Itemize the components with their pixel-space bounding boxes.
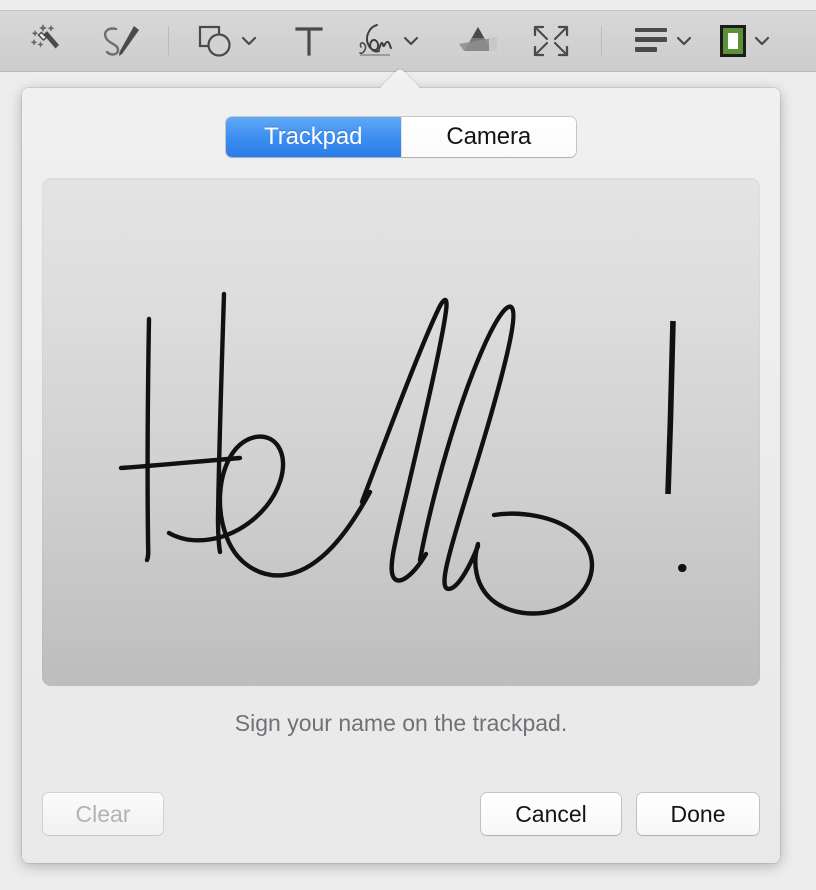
chevron-down-icon (754, 35, 770, 47)
clear-button[interactable]: Clear (43, 793, 163, 835)
text-style-icon (632, 25, 672, 57)
sketch-icon (94, 21, 142, 61)
signature-button[interactable] (355, 14, 419, 68)
toolbar-separator-2 (601, 26, 602, 56)
text-button[interactable] (293, 14, 325, 68)
chevron-down-icon (403, 35, 419, 47)
capture-mode-segmented-control[interactable]: Trackpad Camera (226, 117, 576, 157)
border-color-button[interactable] (716, 14, 770, 68)
tab-trackpad[interactable]: Trackpad (226, 117, 401, 157)
signature-capture-popover: Trackpad Camera Sign your name on the tr… (22, 88, 780, 863)
chevron-down-icon (676, 35, 692, 47)
shapes-button[interactable] (197, 14, 257, 68)
signature-strokes (118, 291, 687, 616)
cancel-button[interactable]: Cancel (481, 793, 621, 835)
instruction-caption: Sign your name on the trackpad. (234, 710, 568, 736)
markup-toolbar (0, 10, 816, 72)
text-style-button[interactable] (632, 14, 692, 68)
border-color-icon (716, 22, 750, 60)
sketch-button[interactable] (94, 14, 142, 68)
done-button[interactable]: Done (637, 793, 759, 835)
shapes-icon (197, 23, 237, 59)
adjust-size-icon (531, 22, 571, 60)
text-icon (293, 23, 325, 59)
signature-icon (355, 21, 399, 61)
chevron-down-icon (241, 35, 257, 47)
adjust-color-button[interactable] (455, 14, 501, 68)
popover-arrow (378, 68, 422, 89)
signature-canvas[interactable] (42, 178, 760, 686)
screen: Trackpad Camera Sign your name on the tr… (0, 0, 816, 890)
tab-camera[interactable]: Camera (400, 117, 576, 157)
instant-alpha-icon (26, 22, 68, 60)
adjust-size-button[interactable] (531, 14, 571, 68)
adjust-color-icon (455, 22, 501, 60)
instant-alpha-button[interactable] (26, 14, 68, 68)
toolbar-separator-1 (168, 26, 169, 56)
